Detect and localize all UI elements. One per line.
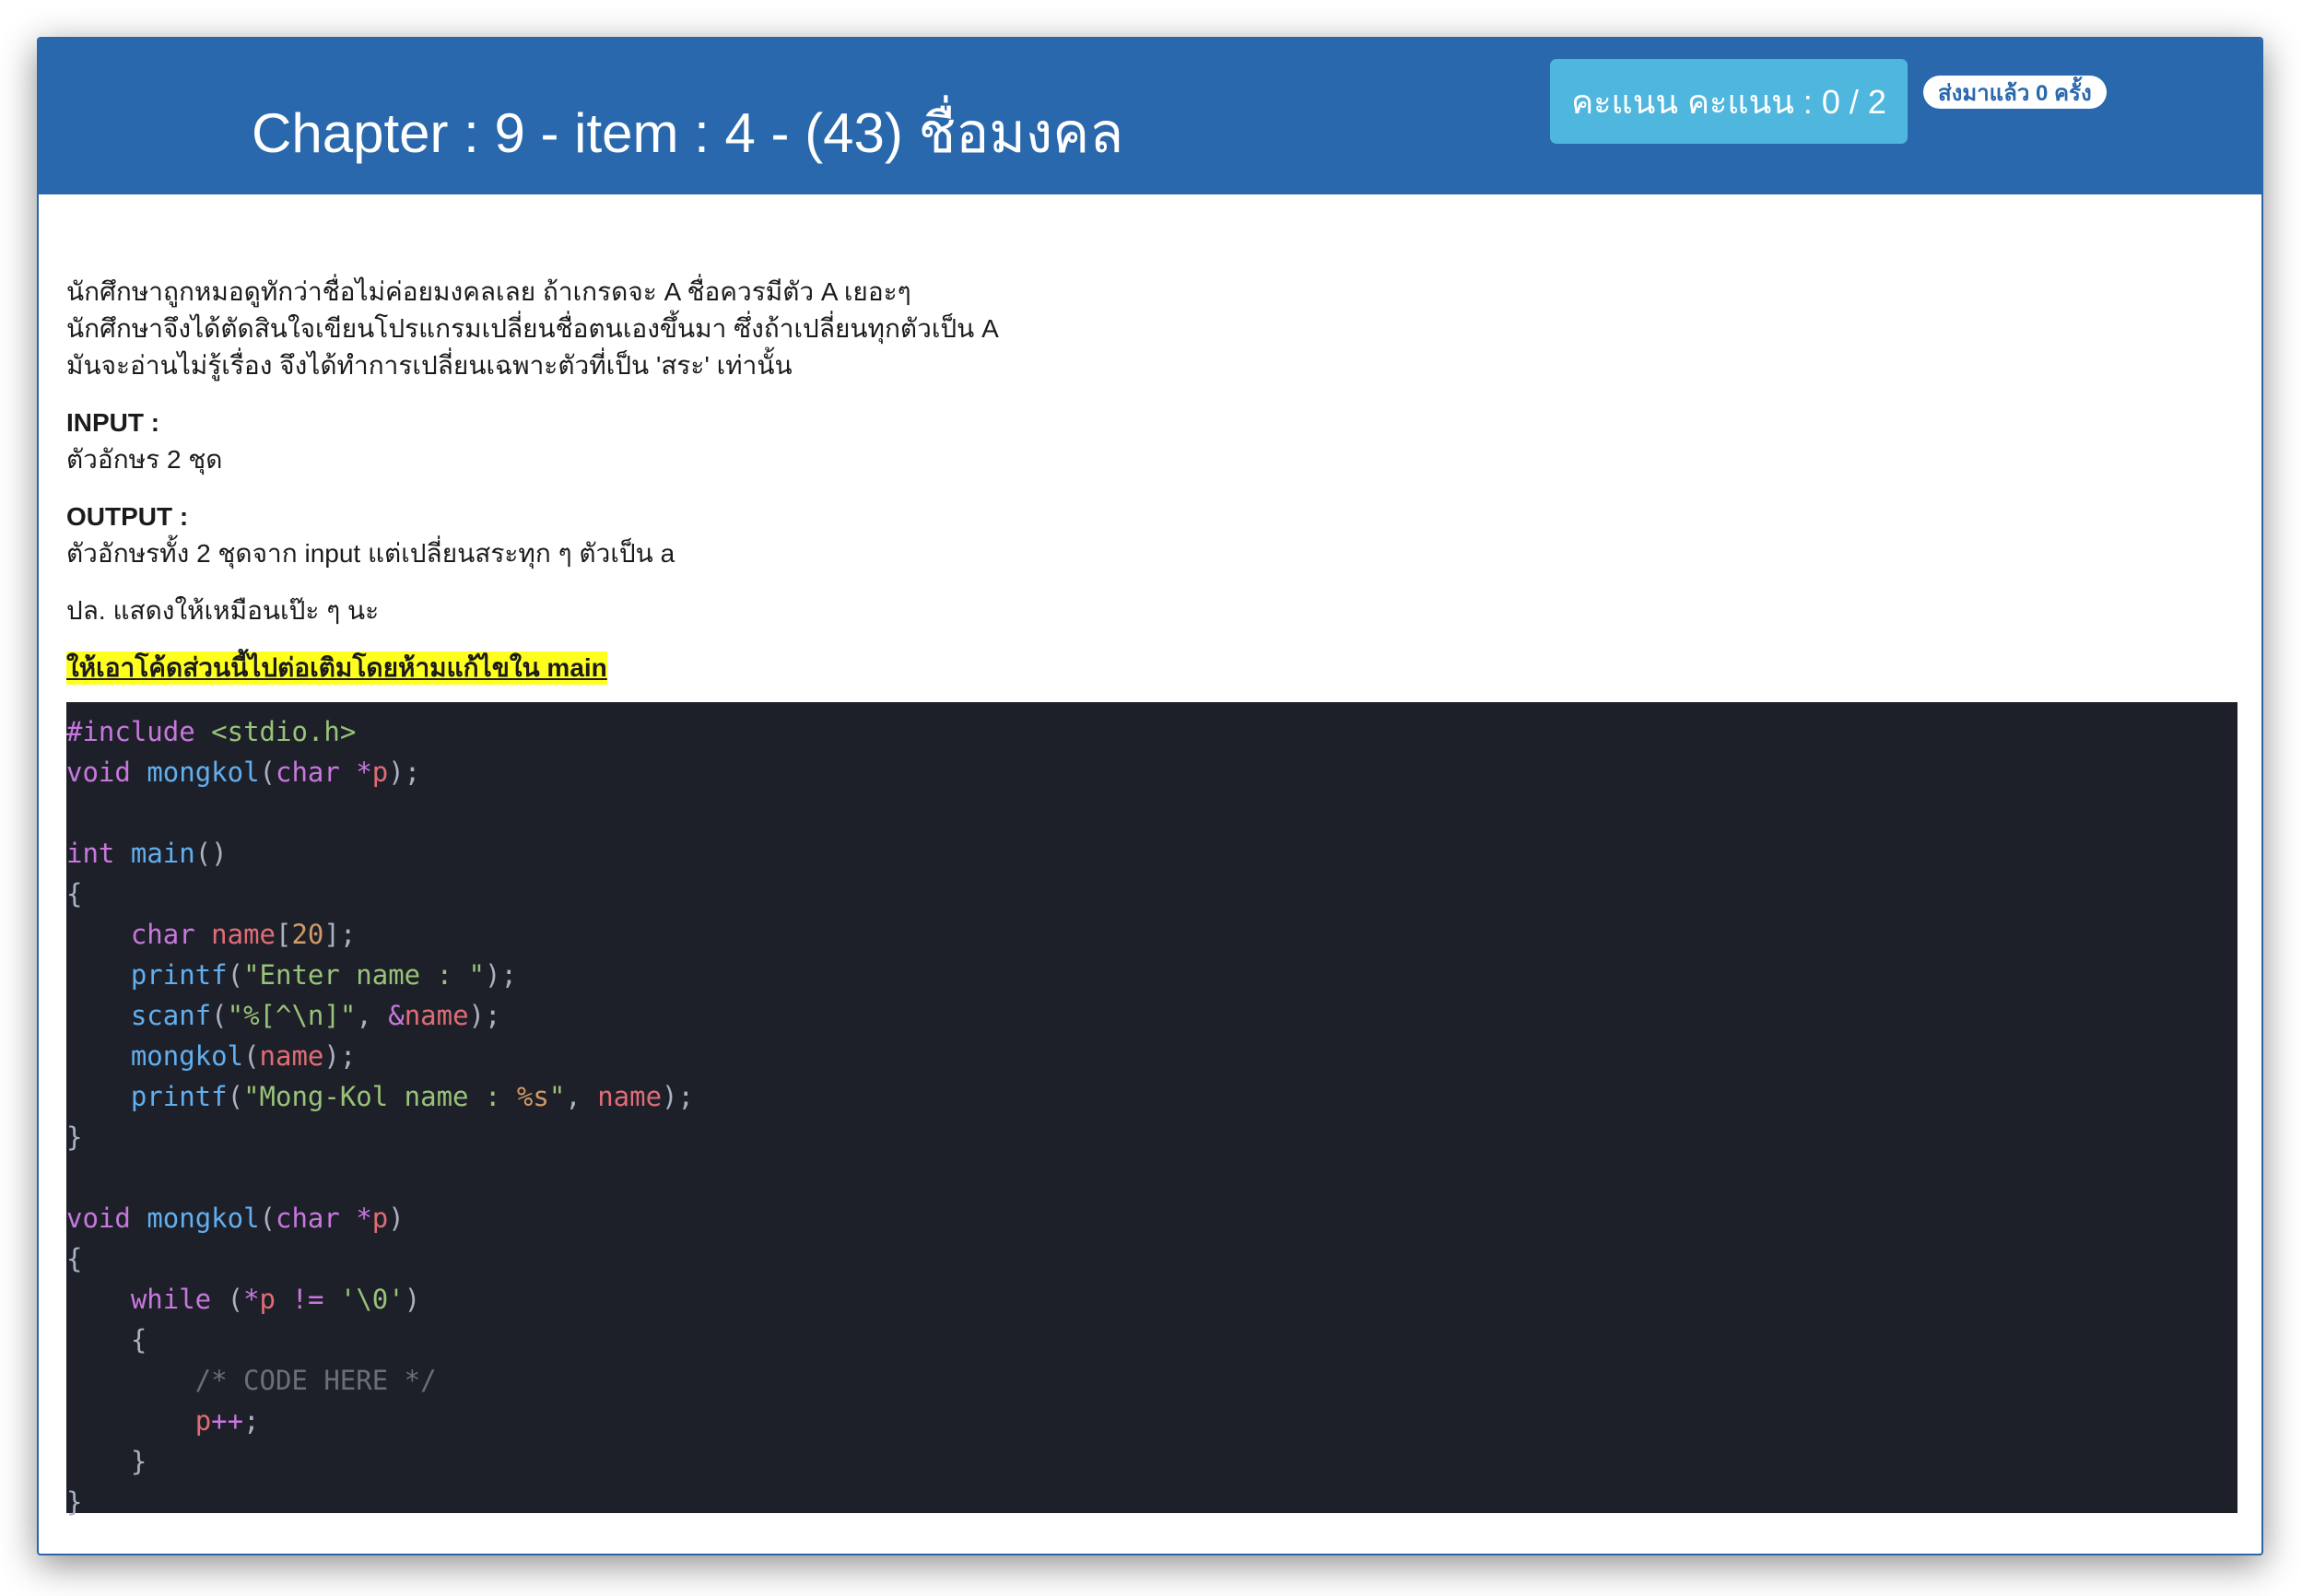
input-label: INPUT :	[66, 408, 160, 437]
note-text: ปล. แสดงให้เหมือนเป๊ะ ๆ นะ	[66, 596, 380, 625]
code-line: printf("Enter name : ");	[130, 959, 517, 991]
code-line: {	[66, 878, 83, 909]
code-line: }	[66, 1446, 147, 1477]
code-line: printf("Mong-Kol name : %s", name);	[130, 1081, 694, 1112]
code-line: void mongkol(char *p);	[66, 757, 421, 788]
output-text: ตัวอักษรทั้ง 2 ชุดจาก input แต่เปลี่ยนสร…	[66, 539, 675, 568]
code-line: p++;	[194, 1405, 260, 1437]
problem-card: Chapter : 9 - item : 4 - (43) ชื่อมงคล ค…	[37, 37, 2263, 1555]
code-line: {	[66, 1324, 147, 1355]
page-title: Chapter : 9 - item : 4 - (43) ชื่อมงคล	[252, 102, 1124, 164]
code-line: }	[66, 1486, 83, 1518]
description-line: นักศึกษาถูกหมอดูทักว่าชื่อไม่ค่อยมงคลเลย…	[66, 277, 911, 306]
code-line: }	[66, 1121, 83, 1153]
header-bar: Chapter : 9 - item : 4 - (43) ชื่อมงคล ค…	[39, 39, 2261, 194]
highlight-instruction: ให้เอาโค้ดส่วนนี้ไปต่อเติมโดยห้ามแก้ไขใน…	[66, 651, 607, 685]
code-line: {	[66, 1243, 83, 1274]
code-line: /* CODE HERE */	[66, 1365, 437, 1396]
code-line: mongkol(name);	[130, 1040, 357, 1072]
description-line: มันจะอ่านไม่รู้เรื่อง จึงได้ทำการเปลี่ยน…	[66, 351, 793, 380]
input-text: ตัวอักษร 2 ชุด	[66, 445, 223, 474]
score-button[interactable]: คะแนน คะแนน : 0 / 2	[1550, 59, 1908, 144]
output-label: OUTPUT :	[66, 502, 189, 531]
code-line: char name[20];	[130, 919, 357, 950]
description-line: นักศึกษาจึงได้ตัดสินใจเขียนโปรแกรมเปลี่ย…	[66, 314, 999, 343]
code-line: int main()	[66, 838, 228, 869]
submission-count-badge: ส่งมาแล้ว 0 ครั้ง	[1923, 76, 2107, 109]
code-line: void mongkol(char *p)	[66, 1203, 405, 1234]
code-line: #include <stdio.h>	[66, 716, 357, 747]
code-block: #include <stdio.h> void mongkol(char *p);…	[66, 702, 2237, 1518]
code-line: while (*p != '\0')	[130, 1284, 421, 1315]
code-line: scanf("%[^\n]", &name);	[130, 1000, 501, 1031]
problem-description: นักศึกษาถูกหมอดูทักว่าชื่อไม่ค่อยมงคลเลย…	[66, 274, 2237, 687]
